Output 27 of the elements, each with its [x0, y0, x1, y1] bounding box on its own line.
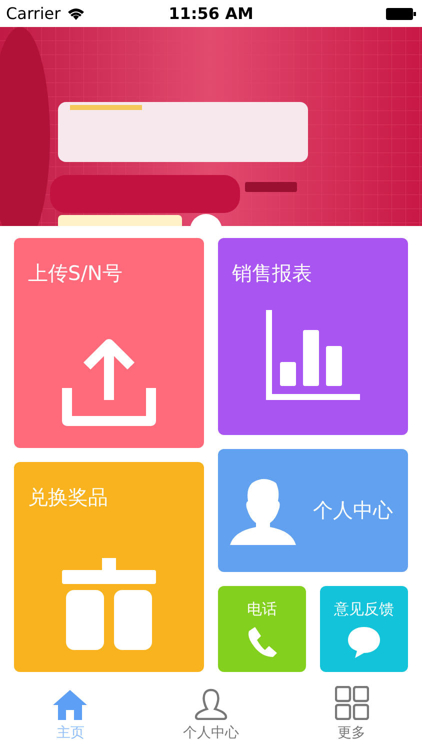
tab-item[interactable]: 个人中心	[140, 678, 282, 746]
gift-tile[interactable]: 兑换奖品	[14, 462, 204, 672]
person-icon	[230, 476, 298, 544]
tab-item[interactable]: 主页	[0, 678, 141, 746]
tile-label: 电话	[246, 600, 278, 619]
home-icon	[53, 690, 88, 720]
gift-icon	[62, 558, 156, 650]
phone-tile[interactable]: 电话	[218, 586, 306, 672]
status-time: 11:56 AM	[168, 4, 254, 23]
tile-label: 意见反馈	[333, 600, 395, 619]
upload-icon	[62, 338, 156, 426]
upload-tile[interactable]: 上传S/N号	[14, 238, 204, 448]
tile-label: 兑换奖品	[28, 484, 109, 511]
tab-item[interactable]: 更多	[281, 678, 422, 746]
battery-icon	[386, 8, 416, 20]
sales-report-tile[interactable]: 销售报表	[218, 238, 408, 435]
grid-icon	[334, 686, 369, 720]
tile-label: 上传S/N号	[28, 260, 124, 287]
carrier-label: Carrier	[6, 4, 61, 23]
person-icon	[194, 688, 228, 720]
speech-bubble-icon	[347, 624, 381, 658]
wifi-icon	[66, 7, 85, 20]
bar-chart-icon	[266, 310, 360, 400]
profile-tile[interactable]: 个人中心	[218, 449, 408, 572]
tile-label: 个人中心	[312, 497, 394, 524]
feedback-tile[interactable]: 意见反馈	[320, 586, 408, 672]
tile-label: 销售报表	[232, 260, 313, 287]
